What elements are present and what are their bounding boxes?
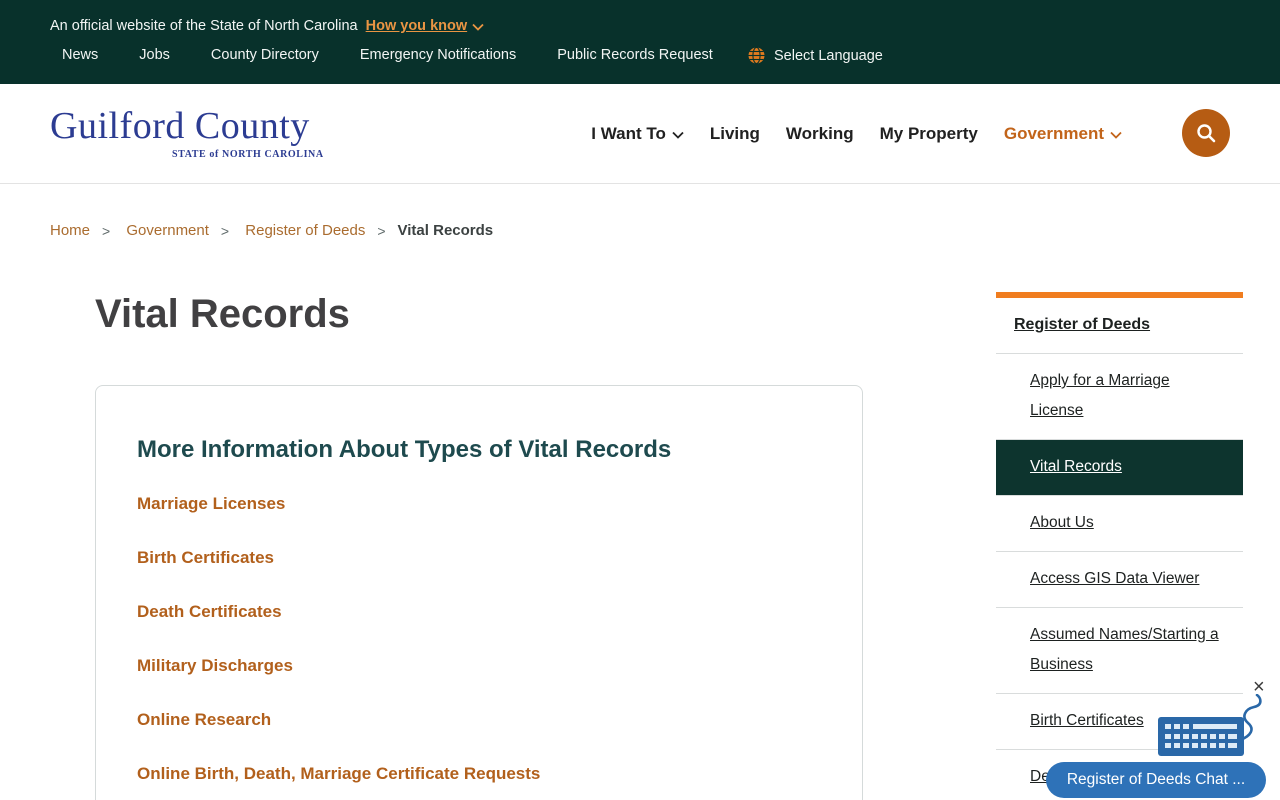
logo-subtitle: STATE of NORTH CAROLINA [172, 149, 324, 160]
info-card: More Information About Types of Vital Re… [95, 385, 863, 800]
page-title: Vital Records [95, 292, 350, 336]
language-label: Select Language [774, 47, 883, 64]
chat-launch-label: Register of Deeds Chat ... [1066, 771, 1246, 788]
sidebar-item-link[interactable]: About Us [1030, 514, 1094, 531]
card-heading: More Information About Types of Vital Re… [137, 436, 672, 463]
official-text: An official website of the State of Nort… [50, 18, 358, 34]
chat-close-button[interactable]: × [1247, 676, 1271, 698]
card-link[interactable]: Online Birth, Death, Marriage Certificat… [137, 764, 862, 784]
breadcrumb-link[interactable]: Home [50, 222, 90, 239]
breadcrumb: Home > Government > Register of Deeds > … [50, 222, 493, 239]
official-banner: An official website of the State of Nort… [50, 18, 484, 34]
card-link[interactable]: Military Discharges [137, 656, 862, 676]
topbar-link[interactable]: News [62, 47, 98, 63]
nav-item-label: I Want To [591, 123, 666, 143]
card-link-list: Marriage Licenses Birth Certificates Death… [137, 494, 862, 784]
breadcrumb-item: Home > [50, 222, 122, 239]
topbar-links: News Jobs County Directory Emergency Notifi… [62, 47, 713, 63]
breadcrumb-link[interactable]: Register of Deeds [245, 222, 365, 239]
county-logo[interactable]: Guilford County STATE of NORTH CAROLINA [50, 105, 323, 160]
nav-item-label: Government [1003, 123, 1104, 143]
chevron-down-icon [1110, 131, 1122, 139]
close-icon: × [1253, 676, 1265, 698]
chevron-down-icon [472, 23, 484, 31]
sidebar-item-link[interactable]: Access GIS Data Viewer [1030, 570, 1199, 587]
topbar-link[interactable]: Public Records Request [557, 47, 713, 63]
card-link[interactable]: Online Research [137, 710, 862, 730]
sidebar-title-link[interactable]: Register of Deeds [1014, 316, 1150, 333]
page: An official website of the State of Nort… [0, 0, 1280, 800]
topbar-link[interactable]: County Directory [211, 47, 319, 63]
language-selector[interactable]: Select Language [748, 47, 883, 64]
breadcrumb-current: Vital Records [397, 222, 494, 239]
keyboard-cord-graphic [1238, 693, 1266, 747]
how-you-know-link[interactable]: How you know [366, 18, 485, 34]
search-button[interactable] [1182, 109, 1230, 157]
card-link[interactable]: Death Certificates [137, 602, 862, 622]
chevron-down-icon [672, 131, 684, 139]
nav-item[interactable]: Working [786, 124, 854, 144]
breadcrumb-item: Government > [126, 222, 241, 239]
nav-item-label: Working [785, 123, 854, 143]
topbar-link[interactable]: Emergency Notifications [360, 47, 516, 63]
breadcrumb-separator: > [377, 222, 386, 239]
card-link[interactable]: Birth Certificates [137, 548, 862, 568]
nav-item-label: My Property [879, 123, 978, 143]
sidebar-item[interactable]: Assumed Names/Starting a Business [996, 608, 1243, 694]
sidebar-title-row: Register of Deeds [996, 298, 1243, 354]
sidebar-item-link[interactable]: Vital Records [1030, 458, 1122, 475]
topbar-link[interactable]: Jobs [139, 47, 170, 63]
nav-item[interactable]: My Property [880, 124, 978, 144]
logo-title: Guilford County [50, 105, 310, 147]
nav-item-label: Living [709, 123, 760, 143]
sidebar-item[interactable]: About Us [996, 496, 1243, 552]
keyboard-icon [1158, 717, 1244, 761]
sidebar-item[interactable]: Apply for a Marriage License [996, 354, 1243, 440]
card-link[interactable]: Marriage Licenses [137, 494, 862, 514]
sidebar-item-link[interactable]: Assumed Names/Starting a Business [1030, 626, 1219, 673]
nav-item[interactable]: Government [1004, 124, 1122, 144]
breadcrumb-separator: > [102, 222, 111, 239]
search-icon [1197, 124, 1216, 143]
nav-item[interactable]: I Want To [591, 124, 684, 144]
site-header: Guilford County STATE of NORTH CAROLINA … [0, 84, 1280, 184]
sidebar-item-link[interactable]: Apply for a Marriage License [1030, 372, 1170, 419]
sidebar-item[interactable]: Access GIS Data Viewer [996, 552, 1243, 608]
sidebar-item-link[interactable]: Birth Certificates [1030, 712, 1144, 729]
breadcrumb-item: Register of Deeds > [245, 222, 397, 239]
globe-icon [748, 47, 765, 64]
how-you-know-label: How you know [365, 18, 468, 34]
breadcrumb-link[interactable]: Government [126, 222, 209, 239]
nav-item[interactable]: Living [710, 124, 760, 144]
breadcrumb-links: Home > Government > Register of Deeds > [50, 222, 398, 239]
main-navigation: I Want To Living Working My Property Gov… [591, 84, 1122, 183]
sidebar-item[interactable]: Vital Records [996, 440, 1243, 496]
breadcrumb-separator: > [220, 222, 230, 239]
chat-launch-button[interactable]: Register of Deeds Chat ... [1046, 762, 1266, 798]
government-topbar: An official website of the State of Nort… [0, 0, 1280, 84]
